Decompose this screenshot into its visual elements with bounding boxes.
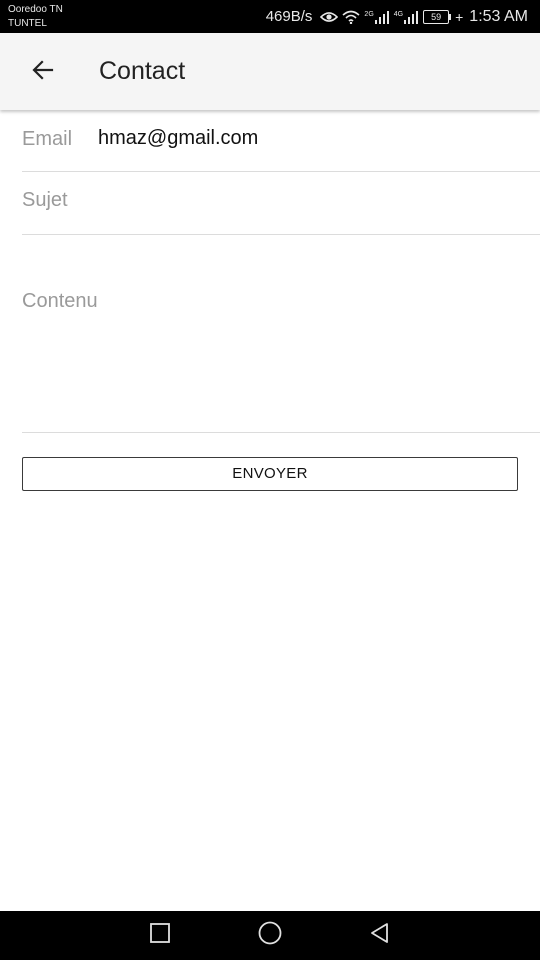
wifi-icon [342, 10, 360, 24]
recents-button[interactable] [130, 911, 190, 960]
back-triangle-icon [368, 921, 392, 950]
nav-back-button[interactable] [350, 911, 410, 960]
charging-indicator: + [455, 8, 464, 25]
arrow-left-icon [31, 58, 55, 87]
content-textarea[interactable] [22, 290, 522, 410]
signal-2g-icon: 2G [364, 10, 389, 24]
app-bar: Contact [0, 33, 540, 110]
carrier-secondary-name: TUNTEL [8, 18, 47, 29]
battery-level: 59 [431, 11, 442, 22]
subject-row [22, 171, 540, 235]
page-title: Contact [99, 57, 186, 85]
email-label: Email [22, 128, 73, 150]
email-field[interactable] [98, 127, 518, 150]
email-row: Email [22, 110, 540, 172]
network-speed: 469B/s [265, 8, 313, 25]
carrier-info: Ooredoo TN TUNTEL [8, 3, 63, 31]
home-circle-icon [257, 920, 283, 951]
signal-4g-icon: 4G [394, 10, 419, 24]
battery-icon: 59 [423, 9, 452, 24]
status-indicators: 469B/s 2G 4G 59 + 1:53 AM [266, 0, 528, 33]
send-button[interactable]: ENVOYER [22, 457, 518, 491]
eye-icon [320, 11, 339, 23]
status-time: 1:53 AM [469, 7, 528, 25]
signal-2g-label: 2G [364, 10, 374, 18]
signal-4g-label: 4G [393, 10, 404, 18]
home-button[interactable] [240, 911, 300, 960]
carrier-name: Ooredoo TN [8, 4, 63, 15]
status-bar: Ooredoo TN TUNTEL 469B/s 2G 4G 59 + 1:53… [0, 0, 540, 33]
back-button[interactable] [20, 49, 66, 95]
subject-input[interactable] [22, 189, 522, 212]
system-navigation-bar [0, 911, 540, 960]
recents-square-icon [149, 922, 171, 949]
content-row [22, 234, 540, 433]
